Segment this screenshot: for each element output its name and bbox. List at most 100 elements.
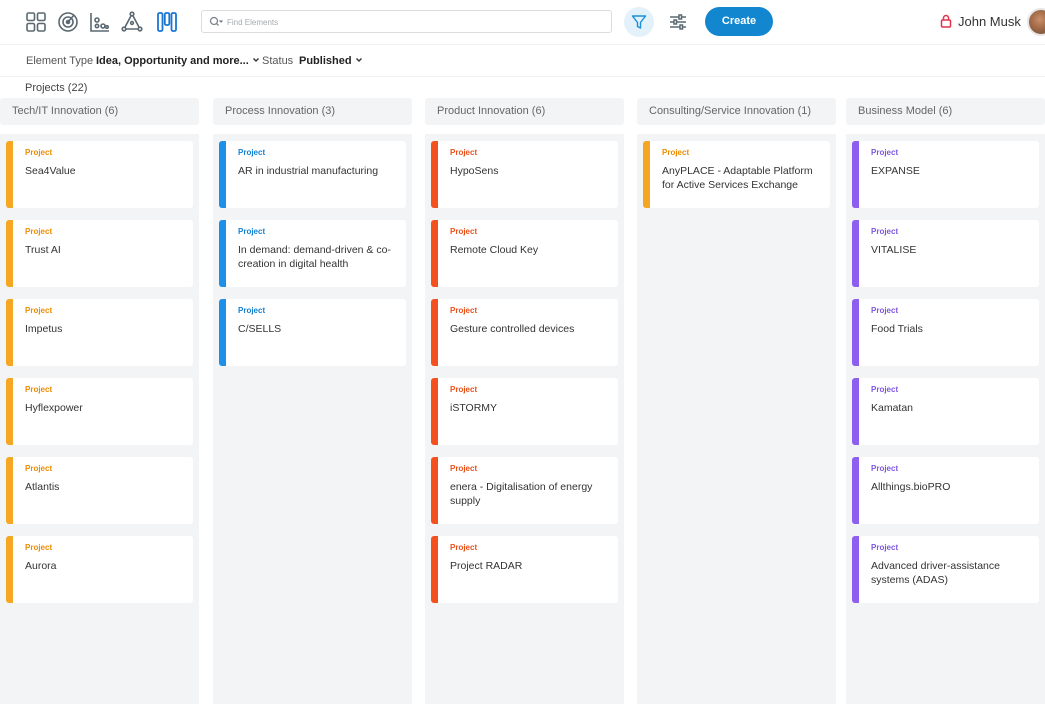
project-card[interactable]: Project Aurora: [6, 536, 193, 603]
search-box[interactable]: [201, 10, 612, 33]
card-color-bar: [852, 536, 859, 603]
project-card[interactable]: Project Sea4Value: [6, 141, 193, 208]
search-input[interactable]: [227, 14, 607, 30]
card-type-label: Project: [450, 385, 478, 394]
create-button[interactable]: Create: [705, 7, 773, 36]
card-type-label: Project: [871, 464, 899, 473]
card-color-bar: [6, 299, 13, 366]
network-view-icon[interactable]: [120, 10, 144, 34]
project-card[interactable]: Project Allthings.bioPRO: [852, 457, 1039, 524]
card-color-bar: [431, 457, 438, 524]
card-title: AnyPLACE - Adaptable Platform for Active…: [662, 165, 813, 191]
column-header: Process Innovation (3): [213, 98, 412, 125]
card-color-bar: [219, 220, 226, 287]
search-icon[interactable]: [209, 16, 223, 28]
card-title: Remote Cloud Key: [450, 244, 539, 256]
card-title: enera - Digitalisation of energy supply: [450, 481, 593, 507]
column-header: Tech/IT Innovation (6): [0, 98, 199, 125]
project-card[interactable]: Project Hyflexpower: [6, 378, 193, 445]
project-card[interactable]: Project Atlantis: [6, 457, 193, 524]
project-card[interactable]: Project HypoSens: [431, 141, 618, 208]
project-card[interactable]: Project iSTORMY: [431, 378, 618, 445]
card-title: Gesture controlled devices: [450, 323, 575, 335]
card-color-bar: [431, 141, 438, 208]
card-title: Project RADAR: [450, 560, 523, 572]
project-card[interactable]: Project Impetus: [6, 299, 193, 366]
user-name[interactable]: John Musk: [958, 14, 1021, 29]
card-type-label: Project: [871, 306, 899, 315]
status-label: Status: [262, 55, 294, 67]
card-type-label: Project: [25, 464, 53, 473]
chevron-down-icon: [252, 56, 260, 64]
project-card[interactable]: Project AR in industrial manufacturing: [219, 141, 406, 208]
project-card[interactable]: Project Trust AI: [6, 220, 193, 287]
card-type-label: Project: [25, 543, 53, 552]
card-title: Kamatan: [871, 402, 914, 414]
element-type-label: Element Type: [26, 55, 94, 67]
card-type-label: Project: [25, 306, 53, 315]
card-color-bar: [6, 141, 13, 208]
grid-view-icon[interactable]: [24, 10, 48, 34]
card-color-bar: [6, 378, 13, 445]
card-title: VITALISE: [871, 244, 917, 256]
card-color-bar: [852, 141, 859, 208]
element-type-value: Idea, Opportunity and more...: [96, 55, 249, 67]
project-card[interactable]: Project Kamatan: [852, 378, 1039, 445]
kanban-view-icon[interactable]: [155, 10, 179, 34]
project-card[interactable]: Project VITALISE: [852, 220, 1039, 287]
chevron-down-icon: [355, 56, 363, 64]
project-card[interactable]: Project Advanced driver-assistance system…: [852, 536, 1039, 603]
card-color-bar: [852, 457, 859, 524]
projects-count: Projects (22): [25, 82, 88, 94]
card-type-label: Project: [238, 306, 266, 315]
card-color-bar: [6, 536, 13, 603]
project-card[interactable]: Project Gesture controlled devices: [431, 299, 618, 366]
card-title: AR in industrial manufacturing: [238, 165, 379, 177]
project-card[interactable]: Project EXPANSE: [852, 141, 1039, 208]
card-title: Impetus: [25, 323, 63, 335]
column-header: Product Innovation (6): [425, 98, 624, 125]
sliders-icon: [670, 14, 686, 30]
card-title: Hyflexpower: [25, 402, 83, 414]
view-settings-button[interactable]: [668, 12, 688, 32]
card-type-label: Project: [871, 227, 899, 236]
filter-button[interactable]: [624, 7, 654, 37]
card-color-bar: [219, 141, 226, 208]
top-toolbar: Create John Musk: [0, 0, 1045, 44]
chart-view-icon[interactable]: [88, 10, 112, 34]
card-title: Food Trials: [871, 323, 923, 335]
card-color-bar: [431, 220, 438, 287]
card-title: iSTORMY: [450, 402, 498, 414]
card-type-label: Project: [450, 148, 478, 157]
project-card[interactable]: Project AnyPLACE - Adaptable Platform for…: [643, 141, 830, 208]
card-color-bar: [431, 299, 438, 366]
card-type-label: Project: [238, 227, 266, 236]
card-type-label: Project: [871, 148, 899, 157]
card-color-bar: [431, 378, 438, 445]
card-title: Allthings.bioPRO: [871, 481, 951, 493]
element-type-dropdown[interactable]: Idea, Opportunity and more...: [96, 55, 260, 67]
card-type-label: Project: [662, 148, 690, 157]
project-card[interactable]: Project enera - Digitalisation of energy …: [431, 457, 618, 524]
card-title: Sea4Value: [25, 165, 76, 177]
card-type-label: Project: [25, 385, 53, 394]
card-type-label: Project: [450, 543, 478, 552]
card-color-bar: [431, 536, 438, 603]
card-title: Advanced driver-assistance systems (ADAS…: [871, 560, 1000, 586]
project-card[interactable]: Project Remote Cloud Key: [431, 220, 618, 287]
card-type-label: Project: [25, 148, 53, 157]
project-card[interactable]: Project Food Trials: [852, 299, 1039, 366]
card-type-label: Project: [450, 227, 478, 236]
card-title: C/SELLS: [238, 323, 282, 335]
project-card[interactable]: Project C/SELLS: [219, 299, 406, 366]
column-header: Consulting/Service Innovation (1): [637, 98, 836, 125]
card-color-bar: [643, 141, 650, 208]
radar-view-icon[interactable]: [56, 10, 80, 34]
card-type-label: Project: [450, 306, 478, 315]
project-card[interactable]: Project In demand: demand-driven & co-cre…: [219, 220, 406, 287]
card-title: EXPANSE: [871, 165, 920, 177]
project-card[interactable]: Project Project RADAR: [431, 536, 618, 603]
card-type-label: Project: [238, 148, 266, 157]
status-dropdown[interactable]: Published: [299, 55, 363, 67]
avatar[interactable]: [1027, 8, 1045, 36]
